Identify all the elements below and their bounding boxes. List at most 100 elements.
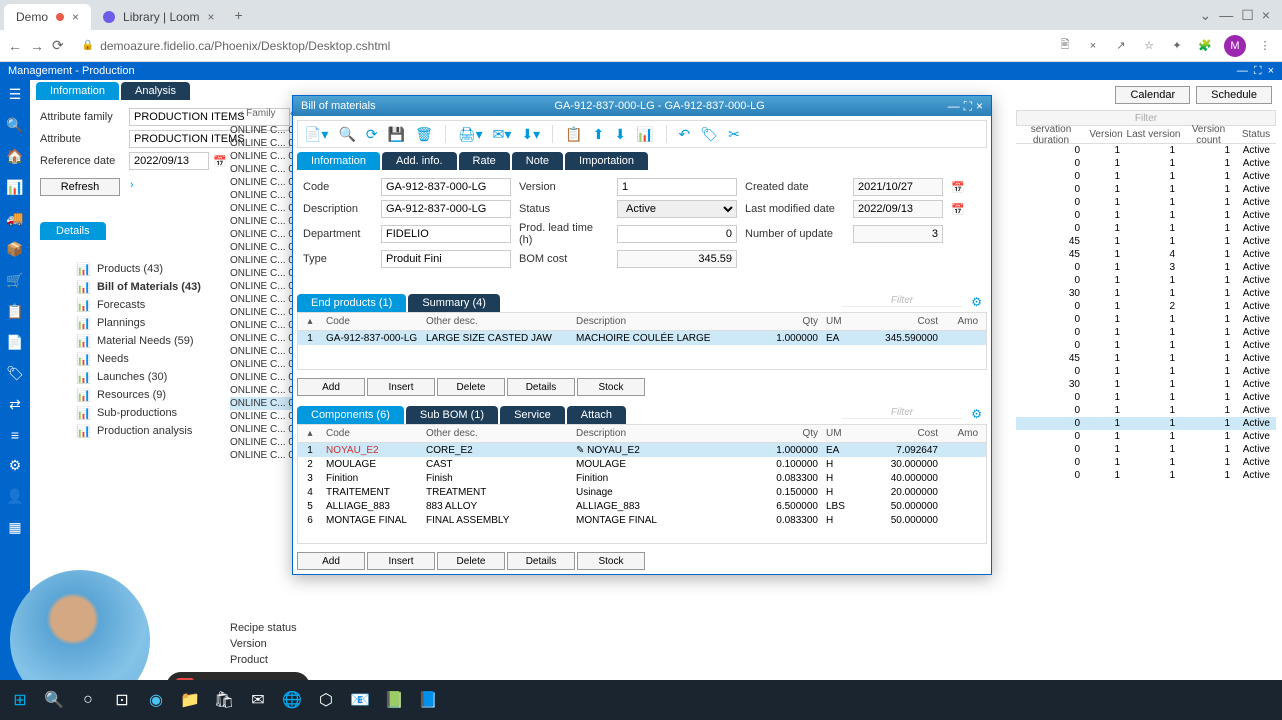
- table-row[interactable]: 0111Active: [1016, 456, 1276, 469]
- modal-tab[interactable]: Importation: [565, 152, 648, 170]
- column-header[interactable]: Version: [1086, 129, 1126, 140]
- table-row[interactable]: 0111Active: [1016, 196, 1276, 209]
- save-icon[interactable]: 💾: [388, 126, 405, 143]
- table-row[interactable]: 0111Active: [1016, 209, 1276, 222]
- minimize-icon[interactable]: —: [948, 99, 960, 113]
- user-icon[interactable]: 👤: [6, 488, 23, 505]
- undo-icon[interactable]: ↶: [679, 126, 691, 143]
- explorer-icon[interactable]: 📁: [174, 684, 206, 716]
- delete-button[interactable]: Delete: [437, 378, 505, 396]
- table-row[interactable]: 0111Active: [1016, 326, 1276, 339]
- refresh-button[interactable]: Refresh: [40, 178, 120, 196]
- dept-input[interactable]: [381, 225, 511, 243]
- other-header[interactable]: Other desc.: [422, 428, 572, 439]
- table-row[interactable]: 5ALLIAGE_883883 ALLOYALLIAGE_8836.500000…: [298, 499, 986, 513]
- close-icon[interactable]: ×: [208, 10, 215, 24]
- details-button[interactable]: Details: [507, 552, 575, 570]
- table-row[interactable]: 30111Active: [1016, 287, 1276, 300]
- close-icon[interactable]: ×: [1268, 65, 1274, 77]
- table-row[interactable]: 45141Active: [1016, 248, 1276, 261]
- chrome-icon[interactable]: 🌐: [276, 684, 308, 716]
- address-bar[interactable]: 🔒 demoazure.fidelio.ca/Phoenix/Desktop/D…: [72, 35, 1048, 57]
- modal-title-bar[interactable]: Bill of materials GA-912-837-000-LG - GA…: [293, 96, 991, 116]
- column-header[interactable]: Version count: [1181, 124, 1236, 146]
- minimize-icon[interactable]: —: [1237, 65, 1248, 77]
- gear-icon[interactable]: ⚙: [9, 457, 22, 474]
- insert-button[interactable]: Insert: [367, 378, 435, 396]
- search-icon[interactable]: 🔍: [6, 117, 23, 134]
- table-row[interactable]: 0111Active: [1016, 222, 1276, 235]
- calendar-icon[interactable]: 📅: [951, 203, 965, 216]
- search-icon[interactable]: 🔍: [338, 126, 355, 143]
- maximize-icon[interactable]: ☐: [1241, 7, 1254, 24]
- table-row[interactable]: 1NOYAU_E2CORE_E2✎ NOYAU_E21.000000EA7.09…: [298, 443, 986, 457]
- stock-button[interactable]: Stock: [577, 378, 645, 396]
- refresh-icon[interactable]: ⟳: [366, 126, 378, 143]
- table-row[interactable]: 0111Active: [1016, 430, 1276, 443]
- column-header[interactable]: Last version: [1126, 129, 1181, 140]
- table-row[interactable]: 0111Active: [1016, 469, 1276, 482]
- um-header[interactable]: UM: [822, 428, 862, 439]
- word-icon[interactable]: 📘: [412, 684, 444, 716]
- chart-icon[interactable]: 📊: [6, 179, 23, 196]
- code-header[interactable]: Code: [322, 428, 422, 439]
- inventory-icon[interactable]: 📦: [6, 241, 23, 258]
- modal-tab[interactable]: Sub BOM (1): [406, 406, 498, 424]
- details-tab[interactable]: Details: [40, 222, 106, 240]
- tree-item[interactable]: 📊Resources (9): [76, 386, 226, 404]
- new-tab-button[interactable]: +: [235, 7, 243, 23]
- delete-icon[interactable]: 🗑: [415, 126, 433, 143]
- print-icon[interactable]: 🖨▾: [458, 126, 483, 143]
- store-icon[interactable]: 🛍: [208, 684, 240, 716]
- tree-item[interactable]: 📊Needs: [76, 350, 226, 368]
- calendar-button[interactable]: Calendar: [1115, 86, 1190, 104]
- tag-icon[interactable]: 🏷: [700, 126, 718, 143]
- search-icon[interactable]: 🔍: [38, 684, 70, 716]
- upload-icon[interactable]: ⬆: [593, 126, 605, 143]
- other-header[interactable]: Other desc.: [422, 316, 572, 327]
- extension-icon[interactable]: ✦: [1168, 37, 1186, 55]
- tree-item[interactable]: 📊Material Needs (59): [76, 332, 226, 350]
- table-row[interactable]: 0111Active: [1016, 144, 1276, 157]
- filter-input[interactable]: Filter: [842, 407, 962, 419]
- table-row[interactable]: 3FinitionFinishFinition0.083300H40.00000…: [298, 471, 986, 485]
- table-row[interactable]: 0111Active: [1016, 391, 1276, 404]
- insert-button[interactable]: Insert: [367, 552, 435, 570]
- tree-item[interactable]: 📊Bill of Materials (43): [76, 278, 226, 296]
- fullscreen-icon[interactable]: ⛶: [1254, 65, 1262, 78]
- chevron-right-icon[interactable]: ›: [130, 179, 134, 191]
- version-input[interactable]: [617, 178, 737, 196]
- table-row[interactable]: 0111Active: [1016, 443, 1276, 456]
- new-icon[interactable]: 📄▾: [304, 126, 328, 143]
- reload-icon[interactable]: ⟳: [52, 37, 64, 54]
- profile-avatar[interactable]: M: [1224, 35, 1246, 57]
- column-header[interactable]: servation duration: [1016, 124, 1086, 146]
- desc-header[interactable]: Description: [572, 428, 742, 439]
- tab-analysis[interactable]: Analysis: [121, 82, 190, 100]
- flow-icon[interactable]: ⇄: [9, 396, 21, 413]
- stock-button[interactable]: Stock: [577, 552, 645, 570]
- document-icon[interactable]: 📄: [6, 334, 23, 351]
- share-icon[interactable]: ↗: [1112, 37, 1130, 55]
- schedule-button[interactable]: Schedule: [1196, 86, 1272, 104]
- close-icon[interactable]: ×: [976, 99, 983, 113]
- edge-icon[interactable]: ◉: [140, 684, 172, 716]
- task-view-icon[interactable]: ⊡: [106, 684, 138, 716]
- type-input[interactable]: [381, 250, 511, 268]
- modal-tab[interactable]: Summary (4): [408, 294, 500, 312]
- close-icon[interactable]: ×: [72, 10, 79, 24]
- modal-tab[interactable]: Service: [500, 406, 565, 424]
- tree-item[interactable]: 📊Forecasts: [76, 296, 226, 314]
- excel-icon[interactable]: 📗: [378, 684, 410, 716]
- app-icon[interactable]: ⬡: [310, 684, 342, 716]
- forward-icon[interactable]: →: [30, 38, 44, 54]
- tree-item[interactable]: 📊Products (43): [76, 260, 226, 278]
- start-button[interactable]: ⊞: [4, 684, 36, 716]
- menu-icon[interactable]: ☰: [9, 86, 22, 103]
- translate-icon[interactable]: 🖹: [1056, 37, 1074, 55]
- delete-button[interactable]: Delete: [437, 552, 505, 570]
- um-header[interactable]: UM: [822, 316, 862, 327]
- table-row[interactable]: 0111Active: [1016, 339, 1276, 352]
- desc-input[interactable]: [381, 200, 511, 218]
- modal-tab[interactable]: End products (1): [297, 294, 406, 312]
